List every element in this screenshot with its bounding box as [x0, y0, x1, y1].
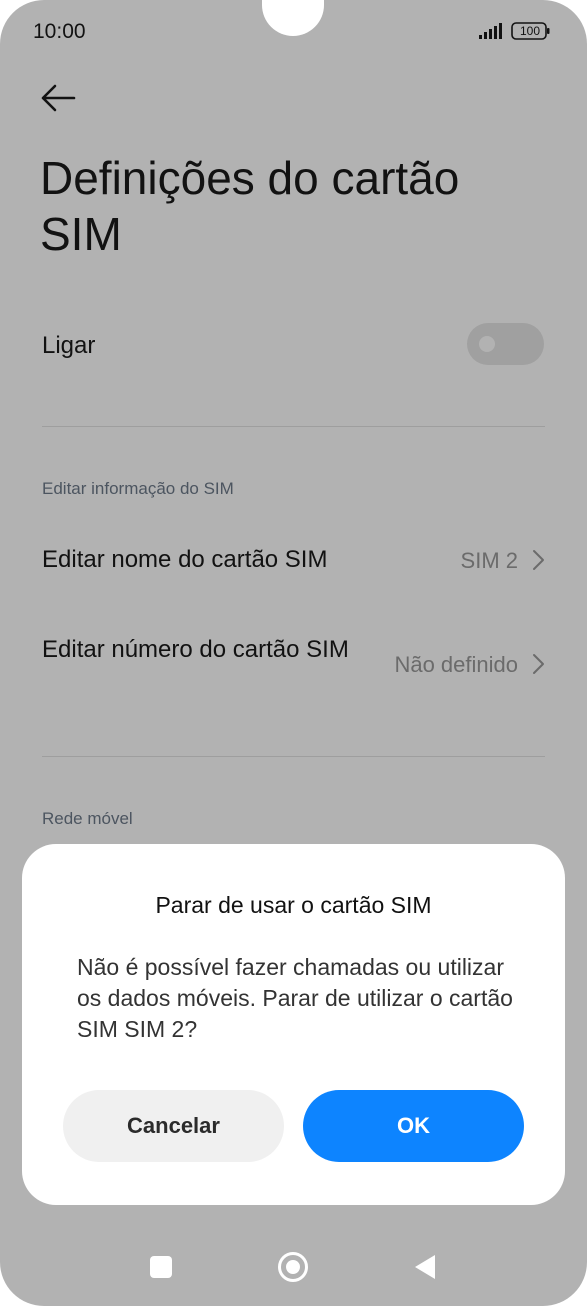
- phone-screen: 10:00 100 Definições do cartão SIM Ligar…: [0, 0, 587, 1306]
- stop-sim-dialog: Parar de usar o cartão SIM Não é possíve…: [22, 844, 565, 1205]
- navigation-bar: [0, 1230, 587, 1306]
- ok-button[interactable]: OK: [303, 1090, 524, 1162]
- back-triangle-icon[interactable]: [414, 1254, 436, 1280]
- dialog-message: Não é possível fazer chamadas ou utiliza…: [77, 954, 513, 1042]
- recent-apps-icon[interactable]: [150, 1256, 172, 1278]
- dialog-title: Parar de usar o cartão SIM: [155, 892, 432, 918]
- home-icon[interactable]: [277, 1251, 309, 1283]
- cancel-button[interactable]: Cancelar: [63, 1090, 284, 1162]
